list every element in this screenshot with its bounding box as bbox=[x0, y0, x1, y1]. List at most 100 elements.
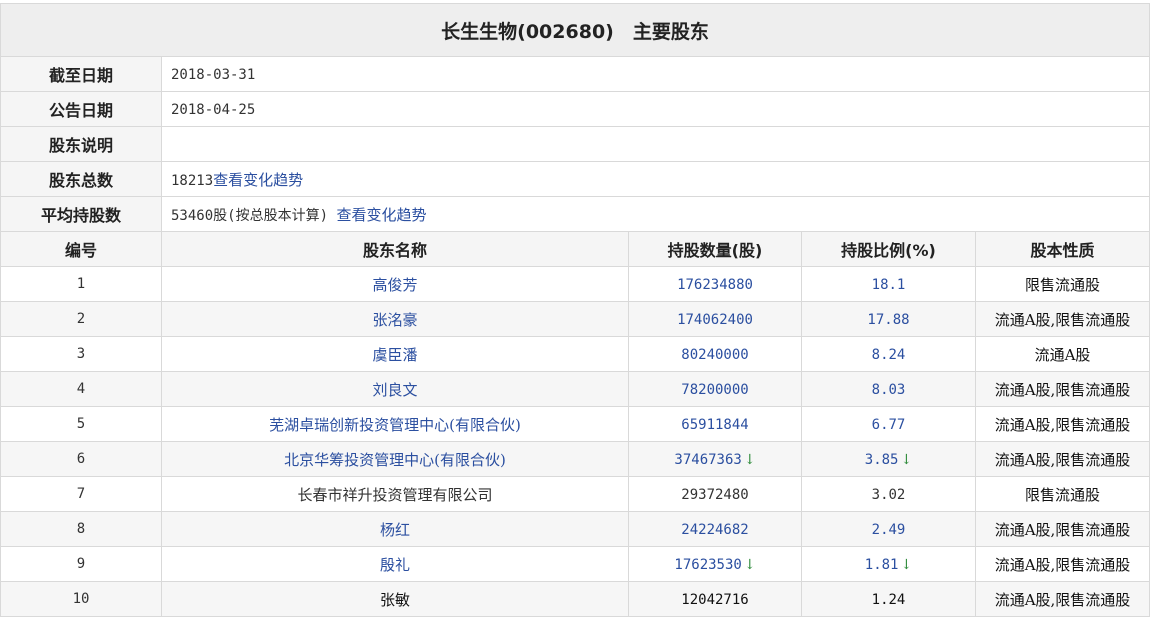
info-row: 股东总数 18213查看变化趋势 bbox=[0, 161, 1151, 197]
ratio-value: 17.88 bbox=[867, 312, 910, 328]
row-number: 10 bbox=[0, 581, 162, 617]
column-header-row: 编号 股东名称 持股数量(股) 持股比例(%) 股本性质 bbox=[0, 231, 1151, 267]
info-row: 股东说明 bbox=[0, 126, 1151, 162]
row-number: 7 bbox=[0, 476, 162, 512]
info-value: 18213 bbox=[171, 172, 214, 189]
info-value: 2018-03-31 bbox=[171, 67, 256, 83]
table-row: 6 北京华筹投资管理中心(有限合伙) 37467363 ↓ 3.85 ↓ 流通A股,限售流通… bbox=[0, 441, 1151, 477]
ratio-cell: 3.85 ↓ bbox=[801, 441, 976, 477]
shareholder-name[interactable]: 刘良文 bbox=[372, 381, 417, 399]
column-header: 持股数量(股) bbox=[628, 231, 802, 267]
shareholder-name[interactable]: 虞臣潘 bbox=[372, 346, 417, 364]
shareholder-name[interactable]: 高俊芳 bbox=[372, 276, 417, 294]
table-row: 7 长春市祥升投资管理有限公司 29372480 3.02 限售流通股 bbox=[0, 476, 1151, 512]
ratio-value: 3.85 bbox=[864, 452, 899, 468]
info-label: 截至日期 bbox=[0, 56, 162, 92]
share-nature: 流通A股,限售流通股 bbox=[974, 581, 1151, 617]
ratio-cell: 8.03 bbox=[801, 371, 976, 407]
ratio-cell: 17.88 bbox=[801, 301, 976, 337]
row-number: 5 bbox=[0, 406, 162, 442]
shares-value: 78200000 bbox=[681, 382, 749, 398]
shares-cell: 37467363 ↓ bbox=[628, 441, 802, 477]
shareholder-name[interactable]: 张洺豪 bbox=[372, 311, 417, 329]
shares-value: 65911844 bbox=[681, 417, 749, 433]
shareholder-name[interactable]: 芜湖卓瑞创新投资管理中心(有限合伙) bbox=[269, 416, 521, 434]
shareholder-name[interactable]: 殷礼 bbox=[380, 556, 410, 574]
table-row: 4 刘良文 78200000 8.03 流通A股,限售流通股 bbox=[0, 371, 1151, 407]
info-label: 公告日期 bbox=[0, 91, 162, 127]
info-value-cell: 2018-04-25 bbox=[160, 91, 1151, 127]
ratio-value: 2.49 bbox=[871, 522, 906, 538]
shares-cell: 80240000 bbox=[628, 336, 802, 372]
table-row: 3 虞臣潘 80240000 8.24 流通A股 bbox=[0, 336, 1151, 372]
share-nature: 限售流通股 bbox=[974, 476, 1151, 512]
info-label: 平均持股数 bbox=[0, 196, 162, 232]
ratio-cell: 1.24 bbox=[801, 581, 976, 617]
shares-value: 174062400 bbox=[677, 312, 753, 328]
shareholder-name[interactable]: 杨红 bbox=[380, 521, 410, 539]
shareholder-name-cell: 芜湖卓瑞创新投资管理中心(有限合伙) bbox=[161, 406, 629, 442]
table-row: 5 芜湖卓瑞创新投资管理中心(有限合伙) 65911844 6.77 流通A股,限售流通… bbox=[0, 406, 1151, 442]
share-nature: 限售流通股 bbox=[974, 266, 1151, 302]
info-row: 平均持股数 53460股(按总股本计算) 查看变化趋势 bbox=[0, 196, 1151, 232]
share-nature: 流通A股,限售流通股 bbox=[974, 371, 1151, 407]
shareholder-name-cell: 高俊芳 bbox=[161, 266, 629, 302]
title-row: 长生生物(002680) 主要股东 bbox=[0, 3, 1151, 57]
shareholder-name[interactable]: 北京华筹投资管理中心(有限合伙) bbox=[284, 451, 506, 469]
view-trend-link[interactable]: 查看变化趋势 bbox=[213, 171, 303, 189]
table-row: 1 高俊芳 176234880 18.1 限售流通股 bbox=[0, 266, 1151, 302]
info-value-cell bbox=[160, 126, 1151, 162]
table-row: 9 殷礼 17623530 ↓ 1.81 ↓ 流通A股,限售流通股 bbox=[0, 546, 1151, 582]
shares-cell: 65911844 bbox=[628, 406, 802, 442]
row-number: 8 bbox=[0, 511, 162, 547]
shares-cell: 174062400 bbox=[628, 301, 802, 337]
info-row: 截至日期 2018-03-31 bbox=[0, 56, 1151, 92]
shareholder-name-cell: 虞臣潘 bbox=[161, 336, 629, 372]
ratio-cell: 1.81 ↓ bbox=[801, 546, 976, 582]
shareholder-name-cell: 北京华筹投资管理中心(有限合伙) bbox=[161, 441, 629, 477]
info-row: 公告日期 2018-04-25 bbox=[0, 91, 1151, 127]
ratio-cell: 3.02 bbox=[801, 476, 976, 512]
column-header: 股东名称 bbox=[161, 231, 629, 267]
shareholder-name-cell: 刘良文 bbox=[161, 371, 629, 407]
ratio-value: 3.02 bbox=[871, 487, 906, 503]
shares-value: 17623530 bbox=[674, 557, 742, 573]
shares-cell: 78200000 bbox=[628, 371, 802, 407]
row-number: 2 bbox=[0, 301, 162, 337]
shares-cell: 176234880 bbox=[628, 266, 802, 302]
row-number: 4 bbox=[0, 371, 162, 407]
info-label: 股东说明 bbox=[0, 126, 162, 162]
row-number: 6 bbox=[0, 441, 162, 477]
down-arrow-icon: ↓ bbox=[900, 557, 913, 573]
ratio-cell: 18.1 bbox=[801, 266, 976, 302]
ratio-cell: 8.24 bbox=[801, 336, 976, 372]
column-header: 持股比例(%) bbox=[801, 231, 976, 267]
ratio-value: 18.1 bbox=[871, 277, 906, 293]
table-row: 8 杨红 24224682 2.49 流通A股,限售流通股 bbox=[0, 511, 1151, 547]
page-title: 长生生物(002680) 主要股东 bbox=[0, 3, 1151, 57]
column-header: 编号 bbox=[0, 231, 162, 267]
share-nature: 流通A股,限售流通股 bbox=[974, 301, 1151, 337]
shares-cell: 12042716 bbox=[628, 581, 802, 617]
ratio-cell: 2.49 bbox=[801, 511, 976, 547]
row-number: 1 bbox=[0, 266, 162, 302]
view-trend-link[interactable]: 查看变化趋势 bbox=[336, 206, 426, 224]
down-arrow-icon: ↓ bbox=[900, 452, 913, 468]
share-nature: 流通A股,限售流通股 bbox=[974, 441, 1151, 477]
shares-value: 24224682 bbox=[681, 522, 749, 538]
info-value-cell: 2018-03-31 bbox=[160, 56, 1151, 92]
table-row: 2 张洺豪 174062400 17.88 流通A股,限售流通股 bbox=[0, 301, 1151, 337]
shareholder-name-cell: 杨红 bbox=[161, 511, 629, 547]
info-value-cell: 18213查看变化趋势 bbox=[160, 161, 1151, 197]
shares-cell: 24224682 bbox=[628, 511, 802, 547]
share-nature: 流通A股 bbox=[974, 336, 1151, 372]
ratio-value: 1.24 bbox=[871, 592, 906, 608]
info-label: 股东总数 bbox=[0, 161, 162, 197]
shareholder-name-cell: 张洺豪 bbox=[161, 301, 629, 337]
ratio-value: 8.03 bbox=[871, 382, 906, 398]
column-header: 股本性质 bbox=[974, 231, 1151, 267]
shareholder-name-cell: 张敏 bbox=[161, 581, 629, 617]
ratio-cell: 6.77 bbox=[801, 406, 976, 442]
shares-value: 29372480 bbox=[681, 487, 749, 503]
down-arrow-icon: ↓ bbox=[743, 452, 756, 468]
